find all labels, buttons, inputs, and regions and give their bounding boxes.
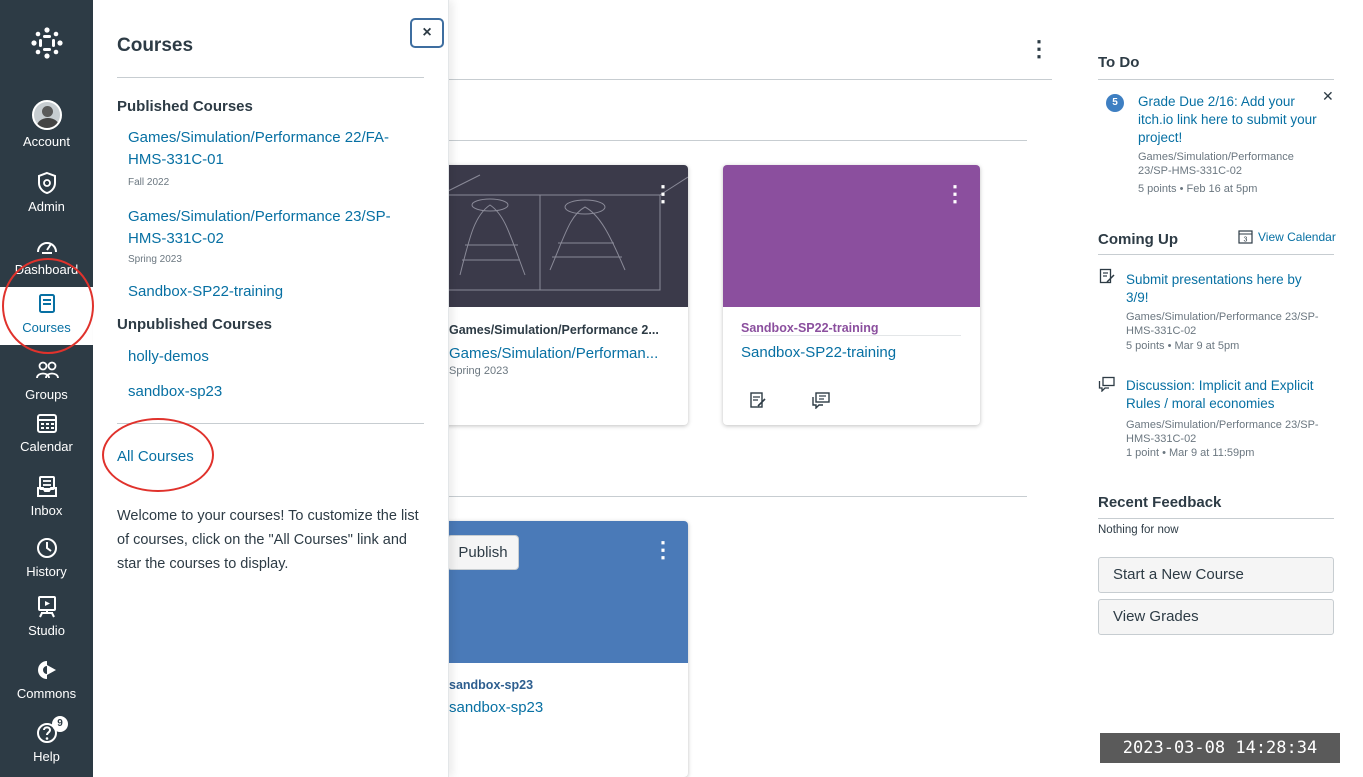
course-link[interactable]: Games/Simulation/Performance 22/FA-HMS-3…	[128, 127, 418, 171]
course-term: Spring 2023	[128, 254, 182, 265]
view-grades-button[interactable]: View Grades	[1098, 599, 1334, 635]
recent-feedback-heading: Recent Feedback	[1098, 494, 1222, 511]
nav-item-calendar[interactable]: Calendar	[0, 410, 93, 454]
divider	[1098, 518, 1334, 519]
published-heading: Published Courses	[117, 98, 253, 115]
calendar-icon: 3	[1238, 230, 1253, 244]
divider	[449, 140, 1027, 141]
card-subtitle[interactable]: sandbox-sp23	[449, 699, 543, 716]
coming-up-meta: 1 point • Mar 9 at 11:59pm	[1126, 447, 1255, 459]
todo-item-link[interactable]: Grade Due 2/16: Add your itch.io link he…	[1138, 93, 1318, 147]
courses-tray: Courses × Published Courses Games/Simula…	[93, 0, 449, 777]
shield-icon	[37, 171, 56, 195]
coming-up-meta: 5 points • Mar 9 at 5pm	[1126, 340, 1240, 352]
course-term: Fall 2022	[128, 177, 170, 188]
course-link[interactable]: holly-demos	[128, 346, 418, 368]
card-title: Games/Simulation/Performance 2...	[449, 323, 659, 337]
help-badge: 9	[52, 716, 68, 732]
card-options-icon[interactable]: ⋮	[652, 537, 674, 563]
dashboard-icon	[36, 242, 57, 254]
studio-icon	[37, 596, 56, 618]
course-link[interactable]: sandbox-sp23	[128, 381, 418, 403]
clock-icon	[36, 538, 57, 558]
card-options-icon[interactable]: ⋮	[652, 181, 674, 207]
recent-feedback-empty: Nothing for now	[1098, 524, 1179, 536]
todo-meta: 5 points • Feb 16 at 5pm	[1138, 183, 1258, 195]
dismiss-icon[interactable]: ✕	[1322, 88, 1334, 105]
coming-up-course: Games/Simulation/Performance 23/SP-HMS-3…	[1126, 311, 1319, 337]
avatar	[31, 100, 62, 130]
card-title: sandbox-sp23	[449, 678, 534, 692]
coming-up-link[interactable]: Submit presentations here by 3/9!	[1126, 271, 1326, 307]
nav-item-inbox[interactable]: Inbox	[0, 474, 93, 518]
nav-label: Calendar	[20, 439, 73, 454]
calendar-day: 3	[1244, 237, 1248, 244]
nav-label: Studio	[28, 623, 65, 638]
course-card[interactable]: ⋮ Sandbox-SP22-training Sandbox-SP22-tra…	[723, 165, 980, 425]
close-tray-button[interactable]: ×	[410, 18, 444, 48]
card-subtitle[interactable]: Sandbox-SP22-training	[741, 344, 896, 361]
divider	[1098, 79, 1334, 80]
divider	[117, 77, 424, 78]
annotation-circle-all-courses	[102, 418, 214, 492]
unpublished-heading: Unpublished Courses	[117, 316, 273, 333]
annotation-circle-courses	[2, 258, 94, 354]
nav-item-commons[interactable]: Commons	[0, 657, 93, 701]
nav-label: Help	[33, 749, 60, 764]
coming-up-course: Games/Simulation/Performance 23/SP-HMS-3…	[1126, 419, 1319, 445]
assignment-icon	[1099, 268, 1115, 284]
nav-label: Inbox	[30, 503, 63, 518]
dashboard-options-icon[interactable]: ⋮	[1028, 36, 1050, 62]
todo-heading: To Do	[1098, 54, 1140, 71]
publish-button[interactable]: Publish	[447, 535, 519, 570]
discussion-icon	[1098, 376, 1115, 392]
timestamp-overlay: 2023-03-08 14:28:34	[1100, 733, 1340, 763]
nav-label: Account	[23, 134, 70, 149]
commons-icon	[37, 661, 56, 679]
inbox-icon	[36, 476, 57, 497]
tray-title: Courses	[117, 35, 194, 56]
nav-label: Commons	[16, 686, 77, 701]
todo-course: Games/Simulation/Performance 23/SP-HMS-3…	[1138, 151, 1294, 177]
nav-item-groups[interactable]: Groups	[0, 358, 93, 402]
card-options-icon[interactable]: ⋮	[944, 181, 966, 207]
coming-up-heading: Coming Up	[1098, 231, 1178, 248]
discussion-icon[interactable]	[811, 391, 831, 409]
calendar-icon	[36, 414, 57, 433]
nav-item-account[interactable]: Account	[0, 100, 93, 149]
card-title: Sandbox-SP22-training	[741, 321, 879, 335]
divider	[1098, 254, 1334, 255]
course-link[interactable]: Games/Simulation/Performance 23/SP-HMS-3…	[128, 206, 418, 250]
course-link[interactable]: Sandbox-SP22-training	[128, 281, 418, 303]
nav-label: Groups	[25, 387, 68, 402]
nav-item-studio[interactable]: Studio	[0, 594, 93, 638]
nav-item-help[interactable]: 9 Help	[0, 716, 93, 764]
global-nav: Account Admin Dashboard Courses Groups C…	[0, 0, 93, 777]
todo-badge: 5	[1106, 94, 1124, 112]
view-calendar-link[interactable]: View Calendar	[1258, 228, 1336, 246]
start-new-course-button[interactable]: Start a New Course	[1098, 557, 1334, 593]
assignment-icon[interactable]	[749, 391, 767, 409]
divider	[449, 496, 1027, 497]
card-term: Spring 2023	[449, 365, 509, 377]
groups-icon	[35, 361, 59, 379]
nav-item-history[interactable]: History	[0, 535, 93, 579]
nav-item-admin[interactable]: Admin	[0, 170, 93, 214]
card-hero	[723, 165, 980, 307]
welcome-text: Welcome to your courses! To customize th…	[117, 508, 419, 572]
divider	[449, 79, 1052, 80]
divider	[741, 335, 961, 336]
coming-up-link[interactable]: Discussion: Implicit and Explicit Rules …	[1126, 377, 1326, 413]
nav-label: Admin	[28, 199, 65, 214]
nav-label: History	[26, 564, 67, 579]
canvas-logo[interactable]	[30, 26, 64, 60]
card-subtitle[interactable]: Games/Simulation/Performan...	[449, 345, 658, 362]
